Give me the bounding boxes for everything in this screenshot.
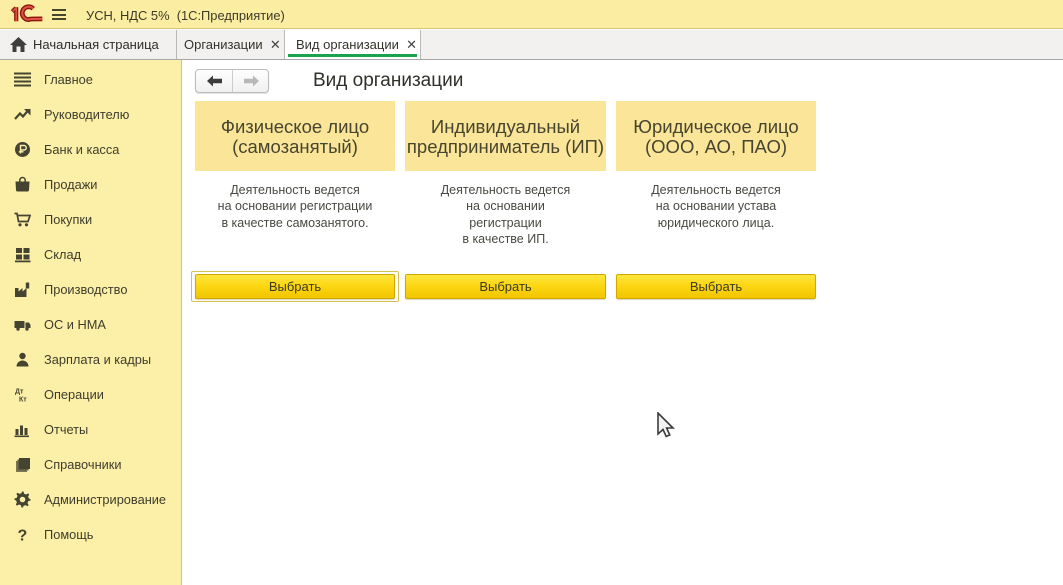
svg-text:Дт: Дт [15,389,24,396]
svg-text:Кт: Кт [19,397,27,404]
svg-text:?: ? [18,528,28,544]
